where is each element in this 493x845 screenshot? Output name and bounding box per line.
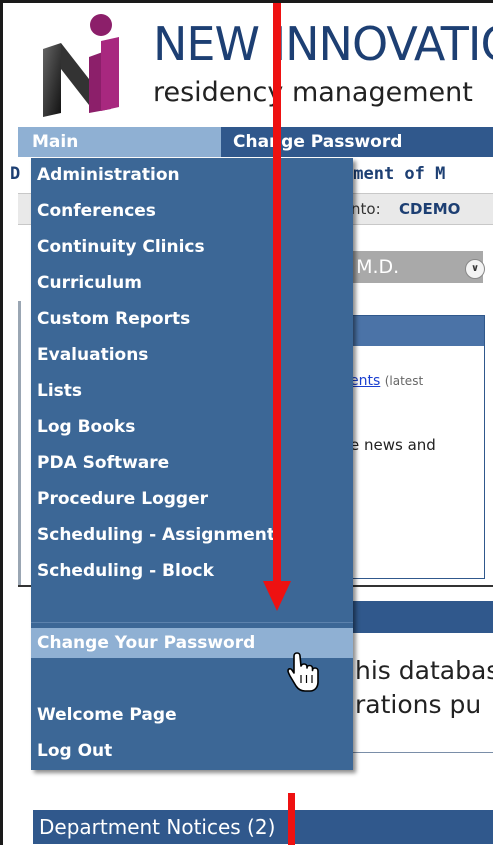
news-link-row: ents (latest (350, 373, 423, 389)
chevron-down-icon[interactable]: ∨ (465, 259, 485, 279)
dept-prefix: D (10, 164, 21, 184)
browser-viewport: NEW INNOVATIONS residency management Mai… (0, 0, 493, 845)
user-name-bar: u M.D. (333, 251, 483, 283)
menu-item-procedure-logger[interactable]: Procedure Logger (31, 484, 353, 514)
menu-item-lists[interactable]: Lists (31, 376, 353, 406)
menu-item-continuity-clinics[interactable]: Continuity Clinics (31, 232, 353, 262)
menu-item-scheduling-assignment[interactable]: Scheduling - Assignment (31, 520, 353, 550)
nav-change-password-tab[interactable]: Change Password (233, 127, 402, 157)
ni-logo-icon (43, 14, 119, 117)
dept-text: tment of M (343, 164, 446, 184)
section-header-bar (343, 601, 493, 633)
body-line-1: his databas (355, 656, 493, 685)
menu-item-scheduling-block[interactable]: Scheduling - Block (31, 556, 353, 586)
red-arrow-head-icon (263, 581, 291, 611)
department-notices-header[interactable]: Department Notices (2) (33, 810, 493, 844)
context-org[interactable]: CDEMO (399, 194, 460, 224)
brand-subtitle: residency management (153, 77, 473, 108)
news-link-suffix: (latest (384, 374, 424, 388)
hand-pointer-icon (287, 652, 319, 692)
menu-item-log-books[interactable]: Log Books (31, 412, 353, 442)
nav-main-tab[interactable]: Main (18, 127, 221, 157)
red-arrow-lower (288, 793, 295, 845)
brand-title: NEW INNOVATIONS (153, 17, 493, 71)
news-text: e news and (350, 436, 436, 454)
panel-left-border (18, 301, 21, 585)
menu-item-log-out[interactable]: Log Out (31, 736, 353, 766)
menu-separator (31, 622, 353, 623)
top-nav: Main Change Password (18, 127, 493, 157)
menu-item-pda-software[interactable]: PDA Software (31, 448, 353, 478)
menu-item-evaluations[interactable]: Evaluations (31, 340, 353, 370)
news-link[interactable]: ents (350, 373, 380, 389)
menu-item-administration[interactable]: Administration (31, 160, 353, 190)
body-line-2: rations pu (355, 690, 482, 719)
news-panel: ents (latest e news and (343, 315, 485, 579)
welcome-body-text: his databas rations pu (355, 654, 493, 722)
menu-item-custom-reports[interactable]: Custom Reports (31, 304, 353, 334)
red-arrow-shaft (273, 3, 281, 585)
context-label: nto: (351, 200, 381, 218)
menu-item-welcome-page[interactable]: Welcome Page (31, 700, 353, 730)
menu-item-conferences[interactable]: Conferences (31, 196, 353, 226)
news-panel-header (344, 316, 484, 346)
menu-item-curriculum[interactable]: Curriculum (31, 268, 353, 298)
